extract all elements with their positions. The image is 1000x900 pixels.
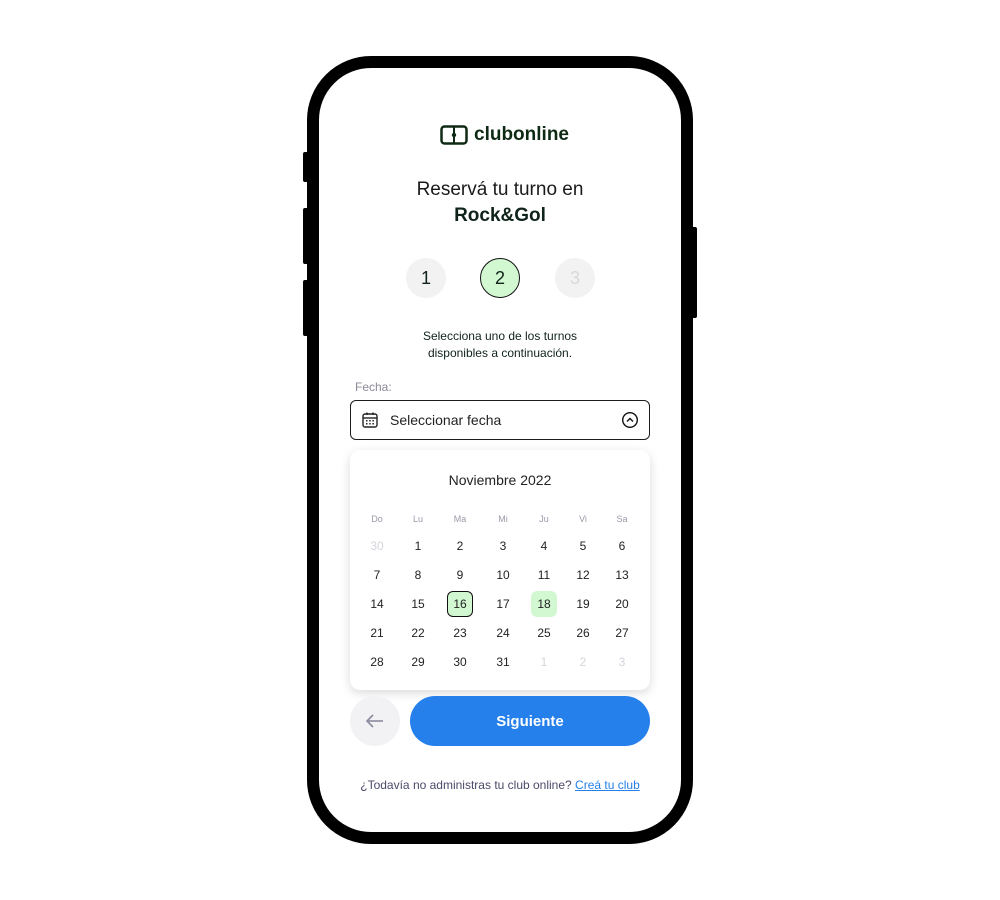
calendar-day[interactable]: 1 xyxy=(405,533,431,559)
calendar-day[interactable]: 21 xyxy=(364,620,390,646)
calendar-day[interactable]: 3 xyxy=(490,533,516,559)
page-title: Reservá tu turno en xyxy=(416,179,584,200)
calendar-day[interactable]: 22 xyxy=(405,620,431,646)
calendar-day[interactable]: 6 xyxy=(609,533,635,559)
calendar-day[interactable]: 15 xyxy=(405,591,431,617)
calendar-day-outside: 1 xyxy=(540,655,548,669)
calendar-day[interactable]: 20 xyxy=(609,591,635,617)
calendar-month: Noviembre 2022 xyxy=(448,472,552,488)
calendar-day[interactable]: 29 xyxy=(405,649,431,675)
calendar-day[interactable]: 12 xyxy=(570,562,596,588)
weekday-header: Lu xyxy=(412,514,423,524)
calendar-day[interactable]: 27 xyxy=(609,620,635,646)
calendar-day[interactable]: 30 xyxy=(447,649,473,675)
calendar-day[interactable]: 28 xyxy=(364,649,390,675)
calendar-day-outside: 2 xyxy=(579,655,587,669)
calendar-day[interactable]: 23 xyxy=(447,620,473,646)
calendar-day[interactable]: 14 xyxy=(364,591,390,617)
calendar-day[interactable]: 4 xyxy=(531,533,557,559)
calendar-day[interactable]: 11 xyxy=(531,562,557,588)
calendar-day[interactable]: 17 xyxy=(490,591,516,617)
calendar-day[interactable]: 24 xyxy=(490,620,516,646)
weekday-header: Mi xyxy=(498,514,508,524)
calendar-day[interactable]: 2 xyxy=(447,533,473,559)
calendar-day[interactable]: 10 xyxy=(490,562,516,588)
calendar-day[interactable]: 8 xyxy=(405,562,431,588)
date-select[interactable]: Seleccionar fecha xyxy=(350,400,650,440)
calendar-day[interactable]: 19 xyxy=(570,591,596,617)
step-3: 3 xyxy=(555,258,595,298)
calendar-day[interactable]: 25 xyxy=(531,620,557,646)
back-button[interactable] xyxy=(350,696,400,746)
footer-text: ¿Todavía no administras tu club online? xyxy=(360,778,572,792)
weekday-header: Vi xyxy=(579,514,587,524)
weekday-header: Ju xyxy=(539,514,549,524)
calendar-day[interactable]: 5 xyxy=(570,533,596,559)
brand-logo: clubonline xyxy=(440,124,569,146)
calendar-day[interactable]: 18 xyxy=(531,591,557,617)
next-button[interactable]: Siguiente xyxy=(410,696,650,746)
weekday-header: Do xyxy=(371,514,383,524)
date-label: Fecha: xyxy=(355,380,392,394)
calendar-day[interactable]: 16 xyxy=(447,591,473,617)
calendar-icon xyxy=(362,412,378,428)
calendar-day[interactable]: 26 xyxy=(570,620,596,646)
footer: ¿Todavía no administras tu club online? … xyxy=(320,778,680,792)
calendar-day[interactable]: 31 xyxy=(490,649,516,675)
brand-name: clubonline xyxy=(474,124,569,145)
date-placeholder: Seleccionar fecha xyxy=(390,412,502,428)
calendar-day[interactable]: 7 xyxy=(364,562,390,588)
weekday-header: Sa xyxy=(616,514,628,524)
instructions-line-1: Selecciona uno de los turnos xyxy=(422,329,578,343)
instructions-line-2: disponibles a continuación. xyxy=(427,346,573,360)
step-2-active: 2 xyxy=(480,258,520,298)
calendar-day-outside: 3 xyxy=(618,655,626,669)
chevron-up-icon[interactable] xyxy=(621,411,639,429)
arrow-left-icon xyxy=(365,714,383,728)
create-club-link[interactable]: Creá tu club xyxy=(575,778,640,792)
weekday-header: Ma xyxy=(453,514,467,524)
calendar-popup: Noviembre 2022 Do Lu Ma Mi Ju Vi Sa 30 1 2 3 4 5 6 7 8 9… xyxy=(350,450,650,690)
step-1: 1 xyxy=(406,258,446,298)
calendar-day-outside: 30 xyxy=(370,539,384,553)
instructions: Selecciona uno de los turnos disponibles… xyxy=(320,328,680,362)
calendar-day[interactable]: 13 xyxy=(609,562,635,588)
club-name: Rock&Gol xyxy=(454,205,546,226)
calendar-day[interactable]: 9 xyxy=(447,562,473,588)
logo-icon xyxy=(440,125,468,145)
